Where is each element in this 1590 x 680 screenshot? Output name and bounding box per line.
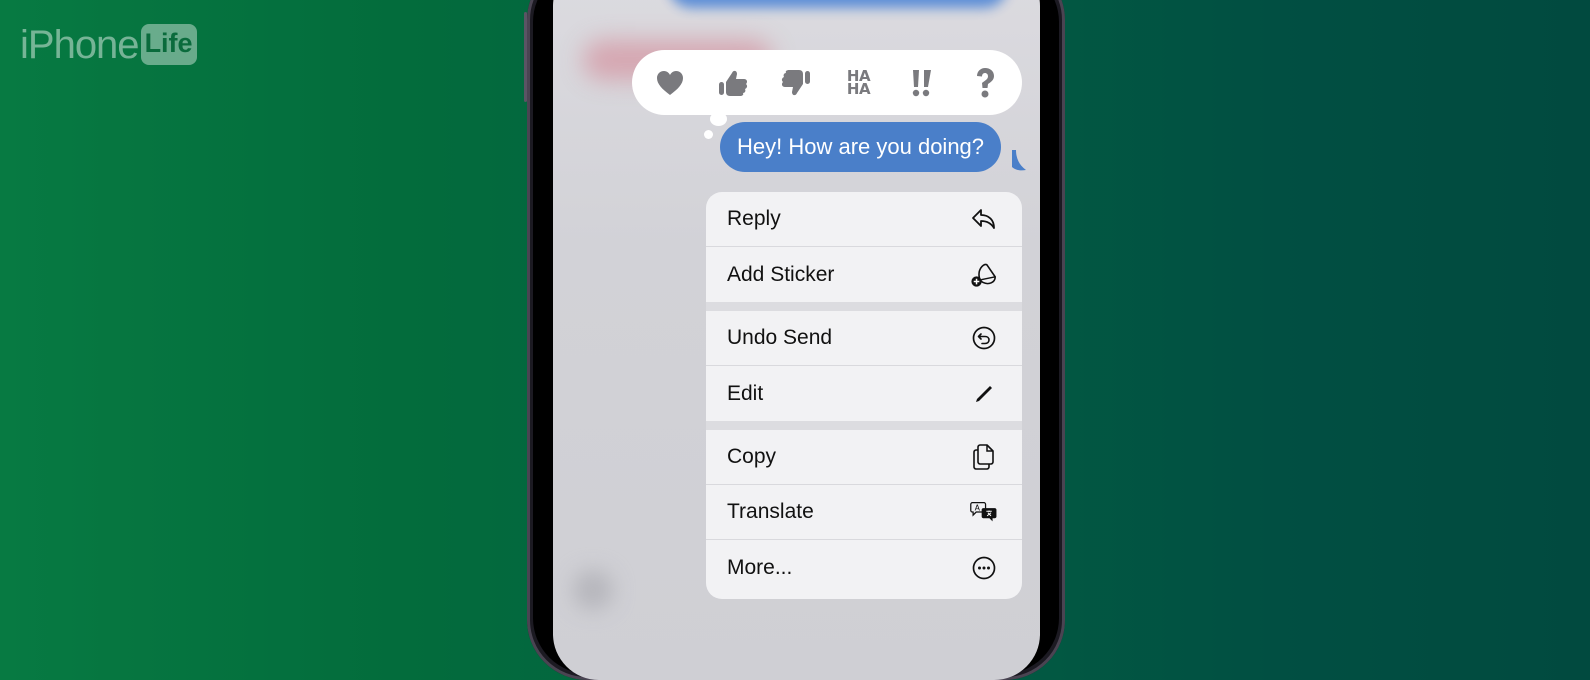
thumbs-down-icon: [781, 69, 810, 95]
menu-item-translate[interactable]: Translate A: [706, 485, 1022, 540]
logo-text: iPhone: [20, 22, 140, 67]
reply-arrow-icon: [970, 205, 998, 233]
menu-item-edit[interactable]: Edit: [706, 366, 1022, 421]
menu-item-label: Undo Send: [727, 326, 833, 349]
menu-item-label: More...: [727, 555, 793, 579]
menu-item-add-sticker[interactable]: Add Sticker: [706, 247, 1022, 302]
heart-icon: [656, 70, 683, 95]
ellipsis-circle-icon: [970, 554, 998, 582]
blurred-message-bubble: [668, 0, 1008, 8]
sent-message-bubble[interactable]: Hey! How are you doing?: [720, 122, 1002, 172]
tapback-thumbs-down[interactable]: [774, 61, 818, 105]
haha-line-2: HA: [846, 79, 871, 98]
menu-item-label: Add Sticker: [727, 262, 835, 286]
menu-item-reply[interactable]: Reply: [706, 192, 1022, 247]
tapback-thumbs-up[interactable]: [711, 61, 755, 105]
bubble-tail: [1012, 150, 1026, 171]
menu-item-undo-send[interactable]: Undo Send: [706, 311, 1022, 366]
haha-icon: HA HA: [846, 68, 871, 98]
double-exclamation-icon: [912, 69, 931, 96]
message-context-menu: Reply Add Sticker Undo Send Edit Copy Tr…: [706, 192, 1022, 599]
menu-group-separator: [706, 421, 1022, 430]
iphone-life-logo: iPhone Life: [20, 24, 197, 65]
phone-side-button: [524, 12, 527, 102]
menu-item-more[interactable]: More...: [706, 540, 1022, 595]
tapback-question[interactable]: [963, 61, 1007, 105]
pencil-icon: [970, 380, 998, 408]
question-mark-icon: [976, 67, 994, 97]
tapback-heart[interactable]: [648, 61, 692, 105]
undo-circle-icon: [970, 324, 998, 352]
thumbs-up-icon: [718, 70, 747, 96]
menu-item-label: Edit: [727, 381, 764, 405]
logo-badge: Life: [140, 24, 197, 65]
svg-text:A: A: [975, 503, 981, 512]
translate-bubbles-icon: A: [970, 498, 998, 526]
menu-item-label: Copy: [727, 445, 777, 468]
tapback-haha[interactable]: HA HA: [837, 61, 881, 105]
tapback-bar: HA HA: [632, 50, 1022, 115]
blurred-toolbar-button: [573, 570, 613, 610]
menu-item-label: Reply: [727, 207, 781, 230]
add-sticker-icon: [970, 261, 998, 289]
tapback-tail-dot: [710, 112, 727, 126]
menu-item-copy[interactable]: Copy: [706, 430, 1022, 485]
tapback-emphasize[interactable]: [900, 61, 944, 105]
menu-group-separator: [706, 302, 1022, 311]
copy-documents-icon: [970, 443, 998, 471]
tapback-tail-dot-small: [704, 130, 713, 139]
menu-item-label: Translate: [727, 500, 814, 523]
